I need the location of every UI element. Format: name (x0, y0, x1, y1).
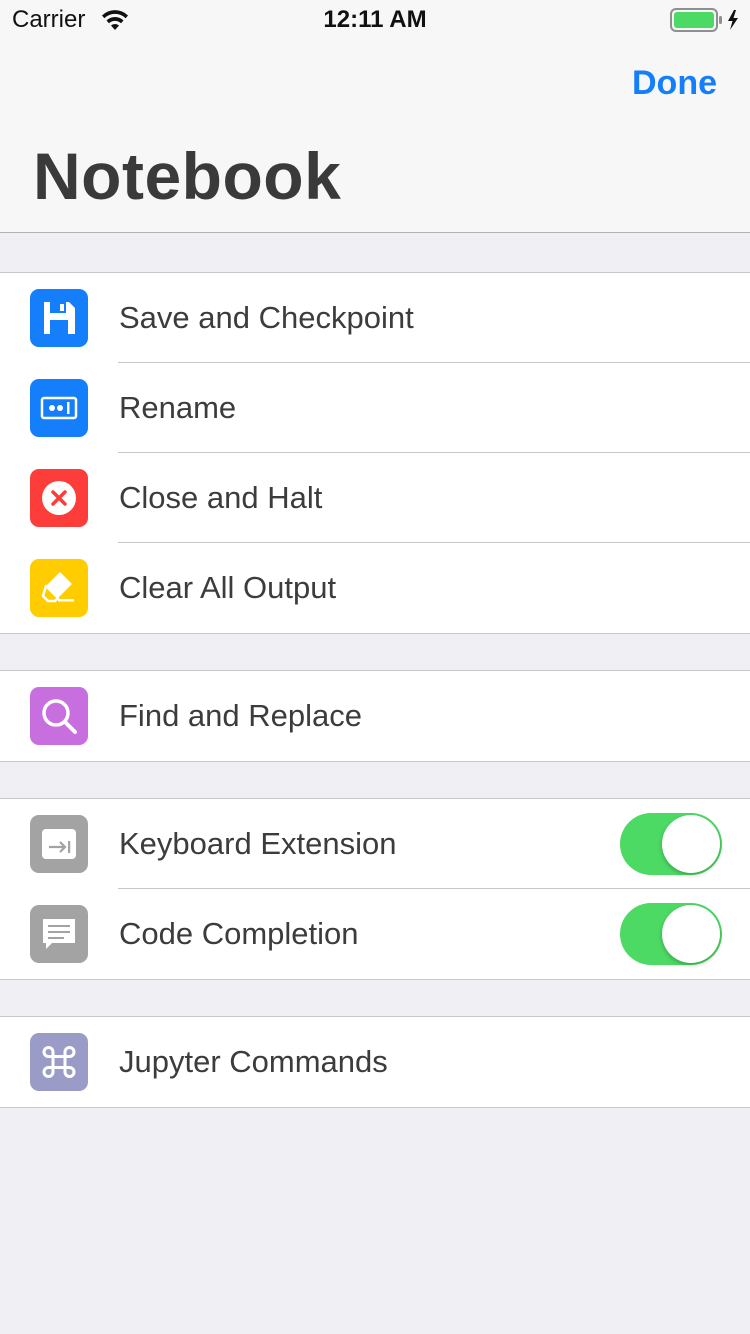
save-checkpoint-label: Save and Checkpoint (119, 300, 414, 335)
status-bar: Carrier 12:11 AM (0, 0, 750, 40)
page-title: Notebook (33, 139, 342, 213)
rename-row[interactable]: Rename (0, 363, 750, 453)
code-completion-label: Code Completion (119, 916, 359, 951)
settings-group: Keyboard Extension Code Completion (0, 798, 750, 980)
close-halt-row[interactable]: Close and Halt (0, 453, 750, 543)
clear-output-row[interactable]: Clear All Output (0, 543, 750, 633)
close-halt-label: Close and Halt (119, 480, 323, 515)
keyboard-extension-toggle[interactable] (620, 813, 722, 875)
clock: 12:11 AM (323, 6, 427, 33)
code-completion-toggle[interactable] (620, 903, 722, 965)
find-group: Find and Replace (0, 670, 750, 762)
navigation-bar: Done Notebook (0, 40, 750, 233)
rename-label: Rename (119, 390, 237, 425)
toggle-knob (662, 815, 720, 873)
toggle-knob (662, 905, 720, 963)
commands-group: Jupyter Commands (0, 1016, 750, 1108)
save-checkpoint-row[interactable]: Save and Checkpoint (0, 273, 750, 363)
close-halt-icon (30, 469, 88, 527)
find-replace-label: Find and Replace (119, 698, 362, 733)
notebook-actions-group: Save and Checkpoint Rename Close and Hal… (0, 272, 750, 634)
done-button[interactable]: Done (632, 64, 717, 103)
keyboard-extension-label: Keyboard Extension (119, 826, 397, 861)
code-completion-row: Code Completion (0, 889, 750, 979)
find-replace-row[interactable]: Find and Replace (0, 671, 750, 761)
keyboard-tab-icon (30, 815, 88, 873)
clear-output-label: Clear All Output (119, 570, 337, 605)
keyboard-extension-row: Keyboard Extension (0, 799, 750, 889)
jupyter-commands-row[interactable]: Jupyter Commands (0, 1017, 750, 1107)
save-icon (30, 289, 88, 347)
eraser-icon (30, 559, 88, 617)
command-icon (30, 1033, 88, 1091)
search-icon (30, 687, 88, 745)
rename-icon (30, 379, 88, 437)
message-icon (30, 905, 88, 963)
battery-icon (670, 8, 746, 37)
jupyter-commands-label: Jupyter Commands (119, 1044, 388, 1079)
